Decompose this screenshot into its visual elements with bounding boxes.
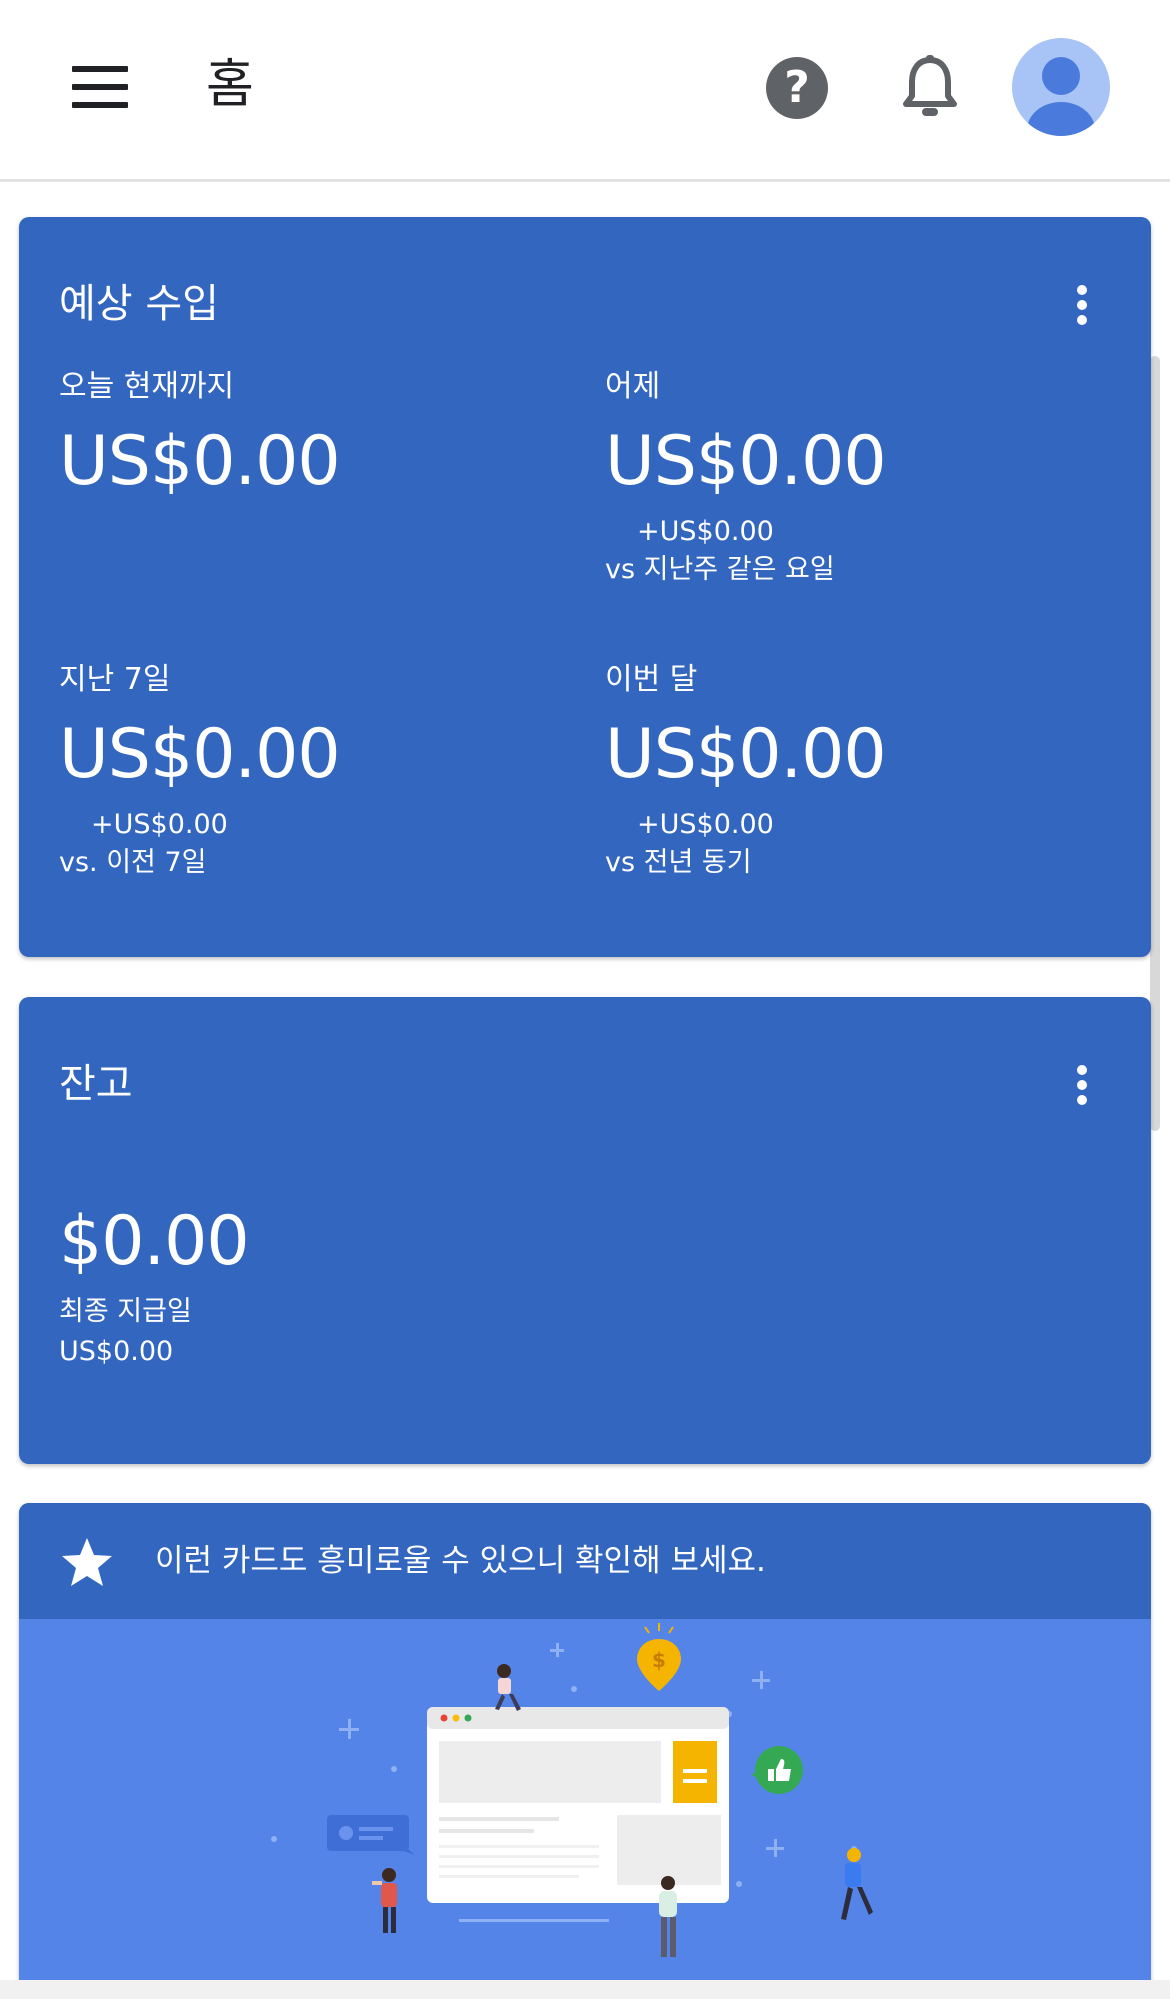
dollar-pin-icon: $ <box>637 1623 681 1691</box>
metric-delta: +US$0.00 <box>91 809 228 840</box>
metric-value: US$0.00 <box>59 715 341 794</box>
metric-today[interactable]: 오늘 현재까지 US$0.00 <box>59 367 579 507</box>
metric-compare: vs 전년 동기 <box>605 847 752 878</box>
metric-delta: +US$0.00 <box>637 516 774 547</box>
person-red-art <box>372 1868 397 1933</box>
metric-label: 어제 <box>605 369 661 404</box>
last-payment-value: US$0.00 <box>59 1336 174 1367</box>
more-vert-icon[interactable] <box>1070 281 1094 329</box>
balance-card: 잔고 $0.00 최종 지급일 US$0.00 <box>19 997 1151 1464</box>
top-app-bar: 홈 ? <box>0 0 1170 182</box>
browser-window-art <box>427 1707 729 1922</box>
promo-text: 이런 카드도 흥미로울 수 있으니 확인해 보세요. <box>155 1543 766 1579</box>
person-sitting-art <box>495 1664 521 1711</box>
metric-last-7-days[interactable]: 지난 7일 US$0.00 +US$0.00 vs. 이전 7일 <box>59 660 579 882</box>
more-vert-icon[interactable] <box>1070 1061 1094 1109</box>
promo-header[interactable]: 이런 카드도 흥미로울 수 있으니 확인해 보세요. <box>19 1503 1151 1619</box>
promo-illustration: $ <box>19 1619 1151 1999</box>
star-icon <box>59 1535 115 1591</box>
suggested-cards-card: 이런 카드도 흥미로울 수 있으니 확인해 보세요. $ <box>19 1503 1151 1999</box>
metric-label: 지난 7일 <box>59 662 171 697</box>
chat-bubble-art <box>327 1815 415 1855</box>
estimated-earnings-card: 예상 수입 오늘 현재까지 US$0.00 어제 US$0.00 +US$0.0… <box>19 217 1151 957</box>
bell-icon[interactable] <box>900 54 960 120</box>
avatar[interactable] <box>1012 38 1110 136</box>
bottom-edge <box>0 1980 1170 1999</box>
metric-value: US$0.00 <box>605 422 887 501</box>
metric-compare: vs. 이전 7일 <box>59 847 207 878</box>
thumbs-up-icon <box>751 1746 803 1794</box>
person-walking-art <box>841 1848 873 1920</box>
help-icon[interactable]: ? <box>766 57 828 119</box>
metric-compare: vs 지난주 같은 요일 <box>605 554 835 585</box>
page-title: 홈 <box>206 55 254 115</box>
balance-value: $0.00 <box>59 1202 250 1281</box>
metric-yesterday[interactable]: 어제 US$0.00 +US$0.00 vs 지난주 같은 요일 <box>605 367 1125 589</box>
card-title: 잔고 <box>59 1061 133 1107</box>
metric-this-month[interactable]: 이번 달 US$0.00 +US$0.00 vs 전년 동기 <box>605 660 1125 882</box>
last-payment-label: 최종 지급일 <box>59 1296 192 1327</box>
menu-icon[interactable] <box>72 66 128 108</box>
metric-delta: +US$0.00 <box>637 809 774 840</box>
metric-label: 이번 달 <box>605 662 698 697</box>
metric-label: 오늘 현재까지 <box>59 369 235 404</box>
card-title: 예상 수입 <box>59 281 219 327</box>
dollar-symbol: $ <box>652 1648 666 1672</box>
metric-value: US$0.00 <box>59 422 341 501</box>
metric-value: US$0.00 <box>605 715 887 794</box>
scrollbar[interactable] <box>1150 356 1160 1131</box>
